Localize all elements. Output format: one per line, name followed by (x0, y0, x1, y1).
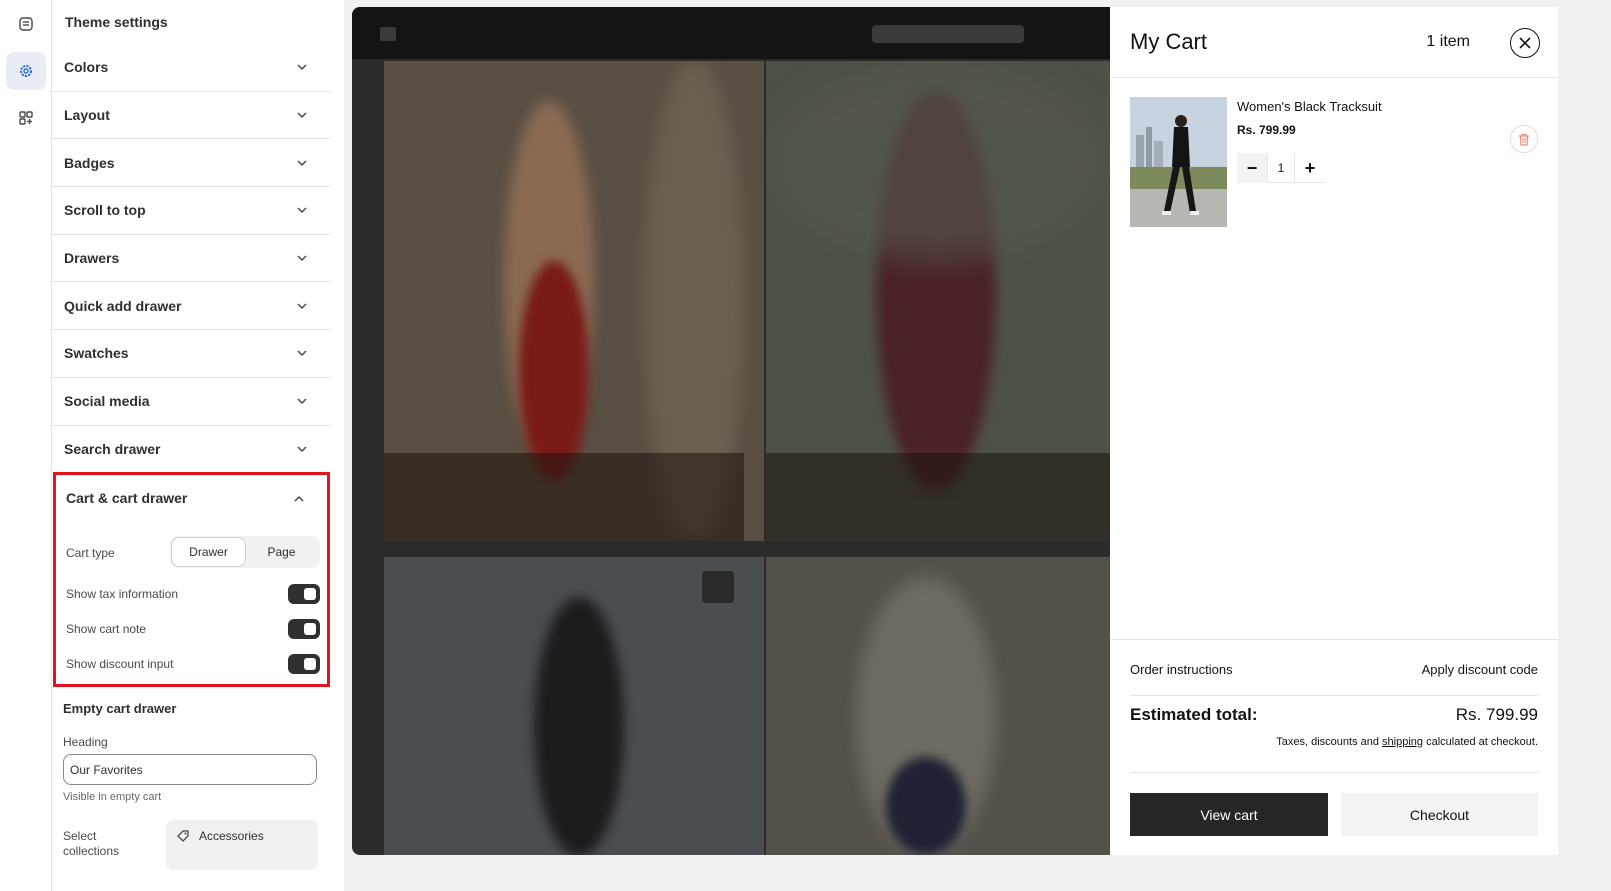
cart-drawer-footer: Order instructions Apply discount code E… (1110, 639, 1558, 855)
quantity-value[interactable]: 1 (1267, 153, 1295, 183)
chevron-up-icon[interactable] (293, 493, 305, 505)
cart-drawer: My Cart 1 item Women's Black Tracksuit R… (1110, 7, 1558, 855)
chevron-down-icon (297, 303, 307, 309)
cart-type-label: Cart type (66, 546, 115, 560)
apps-nav-button[interactable] (6, 99, 46, 137)
apps-icon (19, 111, 33, 125)
drawer-divider (1110, 77, 1558, 78)
show-tax-toggle[interactable] (288, 584, 320, 604)
tax-note-text: Taxes, discounts and (1276, 736, 1379, 748)
remove-item-button[interactable] (1510, 125, 1538, 153)
show-discount-label: Show discount input (66, 657, 174, 671)
product-tile (384, 61, 764, 541)
chevron-down-icon (297, 112, 307, 119)
section-label: Badges (64, 154, 115, 171)
show-cart-note-toggle[interactable] (288, 619, 320, 639)
cart-type-page-option[interactable]: Page (245, 538, 318, 566)
estimated-total-value: Rs. 799.99 (1455, 705, 1538, 724)
section-label: Quick add drawer (64, 297, 182, 314)
chevron-down-icon (297, 350, 307, 357)
product-tile (384, 557, 764, 855)
gear-icon (20, 65, 32, 77)
section-search-drawer[interactable]: Search drawer (52, 426, 330, 474)
section-social-media[interactable]: Social media (52, 378, 330, 426)
section-label: Scroll to top (64, 202, 146, 219)
preview-header (352, 7, 1110, 59)
section-quick-add-drawer[interactable]: Quick add drawer (52, 282, 330, 331)
cart-settings-section: Cart & cart drawer Cart type Drawer Page… (53, 472, 330, 687)
select-collections-label: Select collections (63, 829, 120, 858)
section-scroll-to-top[interactable]: Scroll to top (52, 187, 330, 235)
menu-icon (380, 27, 396, 41)
section-layout[interactable]: Layout (52, 92, 330, 140)
editor-icon-rail (0, 0, 52, 891)
footer-divider (1130, 695, 1538, 696)
quantity-stepper: − 1 + (1237, 153, 1325, 183)
increase-quantity-button[interactable]: + (1295, 153, 1325, 183)
heading-hint: Visible in empty cart (63, 791, 162, 803)
sections-icon (19, 17, 33, 31)
section-label: Swatches (64, 345, 129, 362)
theme-settings-nav-button[interactable] (6, 52, 46, 90)
section-label: Colors (64, 59, 109, 76)
tax-note-text-end: calculated at checkout. (1426, 736, 1538, 748)
order-instructions-link[interactable]: Order instructions (1130, 662, 1233, 677)
tax-note: Taxes, discounts and shipping calculated… (1276, 736, 1538, 748)
collection-name: Accessories (199, 829, 264, 843)
settings-section-list: Colors Layout Badges Scroll to top Drawe… (52, 44, 330, 473)
sections-nav-button[interactable] (6, 5, 46, 43)
chevron-down-icon (297, 398, 307, 405)
cart-drawer-title: My Cart (1130, 29, 1207, 54)
product-thumbnail[interactable] (1130, 97, 1227, 227)
cart-item-count: 1 item (1426, 33, 1470, 50)
chevron-down-icon (297, 207, 307, 214)
collections-picker[interactable]: Accessories (166, 820, 318, 870)
panel-title: Theme settings (65, 14, 168, 30)
section-label: Social media (64, 393, 150, 410)
section-drawers[interactable]: Drawers (52, 235, 330, 283)
show-tax-label: Show tax information (66, 587, 179, 601)
section-label: Search drawer (64, 441, 161, 458)
close-icon (1519, 37, 1531, 49)
shipping-link[interactable]: shipping (1382, 736, 1423, 748)
section-colors[interactable]: Colors (52, 44, 330, 92)
chevron-down-icon (297, 255, 307, 262)
section-label: Drawers (64, 250, 120, 267)
cart-section-title[interactable]: Cart & cart drawer (66, 490, 187, 506)
close-drawer-button[interactable] (1510, 28, 1540, 58)
collection-item[interactable]: Accessories (176, 829, 264, 843)
heading-field-label: Heading (63, 735, 108, 749)
footer-divider (1130, 772, 1538, 773)
show-cart-note-label: Show cart note (66, 622, 147, 636)
section-badges[interactable]: Badges (52, 139, 330, 188)
checkout-button[interactable]: Checkout (1341, 793, 1538, 836)
chevron-down-icon (297, 64, 307, 71)
product-tile-caption (766, 453, 1110, 541)
store-logo (872, 25, 1024, 43)
empty-cart-heading: Empty cart drawer (63, 701, 177, 716)
product-tile-caption (384, 453, 744, 541)
tag-icon (177, 830, 189, 842)
trash-icon (1519, 133, 1529, 146)
estimated-total-label: Estimated total: (1130, 705, 1258, 724)
chevron-down-icon (297, 160, 307, 166)
view-cart-button[interactable]: View cart (1130, 793, 1328, 836)
decrease-quantity-button[interactable]: − (1237, 153, 1267, 183)
product-tile (766, 61, 1110, 541)
product-image (1130, 97, 1227, 227)
product-tile (766, 557, 1110, 855)
chevron-down-icon (297, 446, 307, 453)
product-price: Rs. 799.99 (1237, 123, 1296, 137)
product-name[interactable]: Women's Black Tracksuit (1237, 99, 1382, 114)
show-discount-toggle[interactable] (288, 654, 320, 674)
apply-discount-link[interactable]: Apply discount code (1422, 662, 1538, 677)
cart-type-drawer-option[interactable]: Drawer (172, 538, 245, 566)
heading-input[interactable] (63, 754, 317, 785)
section-swatches[interactable]: Swatches (52, 330, 330, 378)
cart-type-segmented-control: Drawer Page (170, 536, 320, 568)
section-label: Layout (64, 107, 110, 124)
